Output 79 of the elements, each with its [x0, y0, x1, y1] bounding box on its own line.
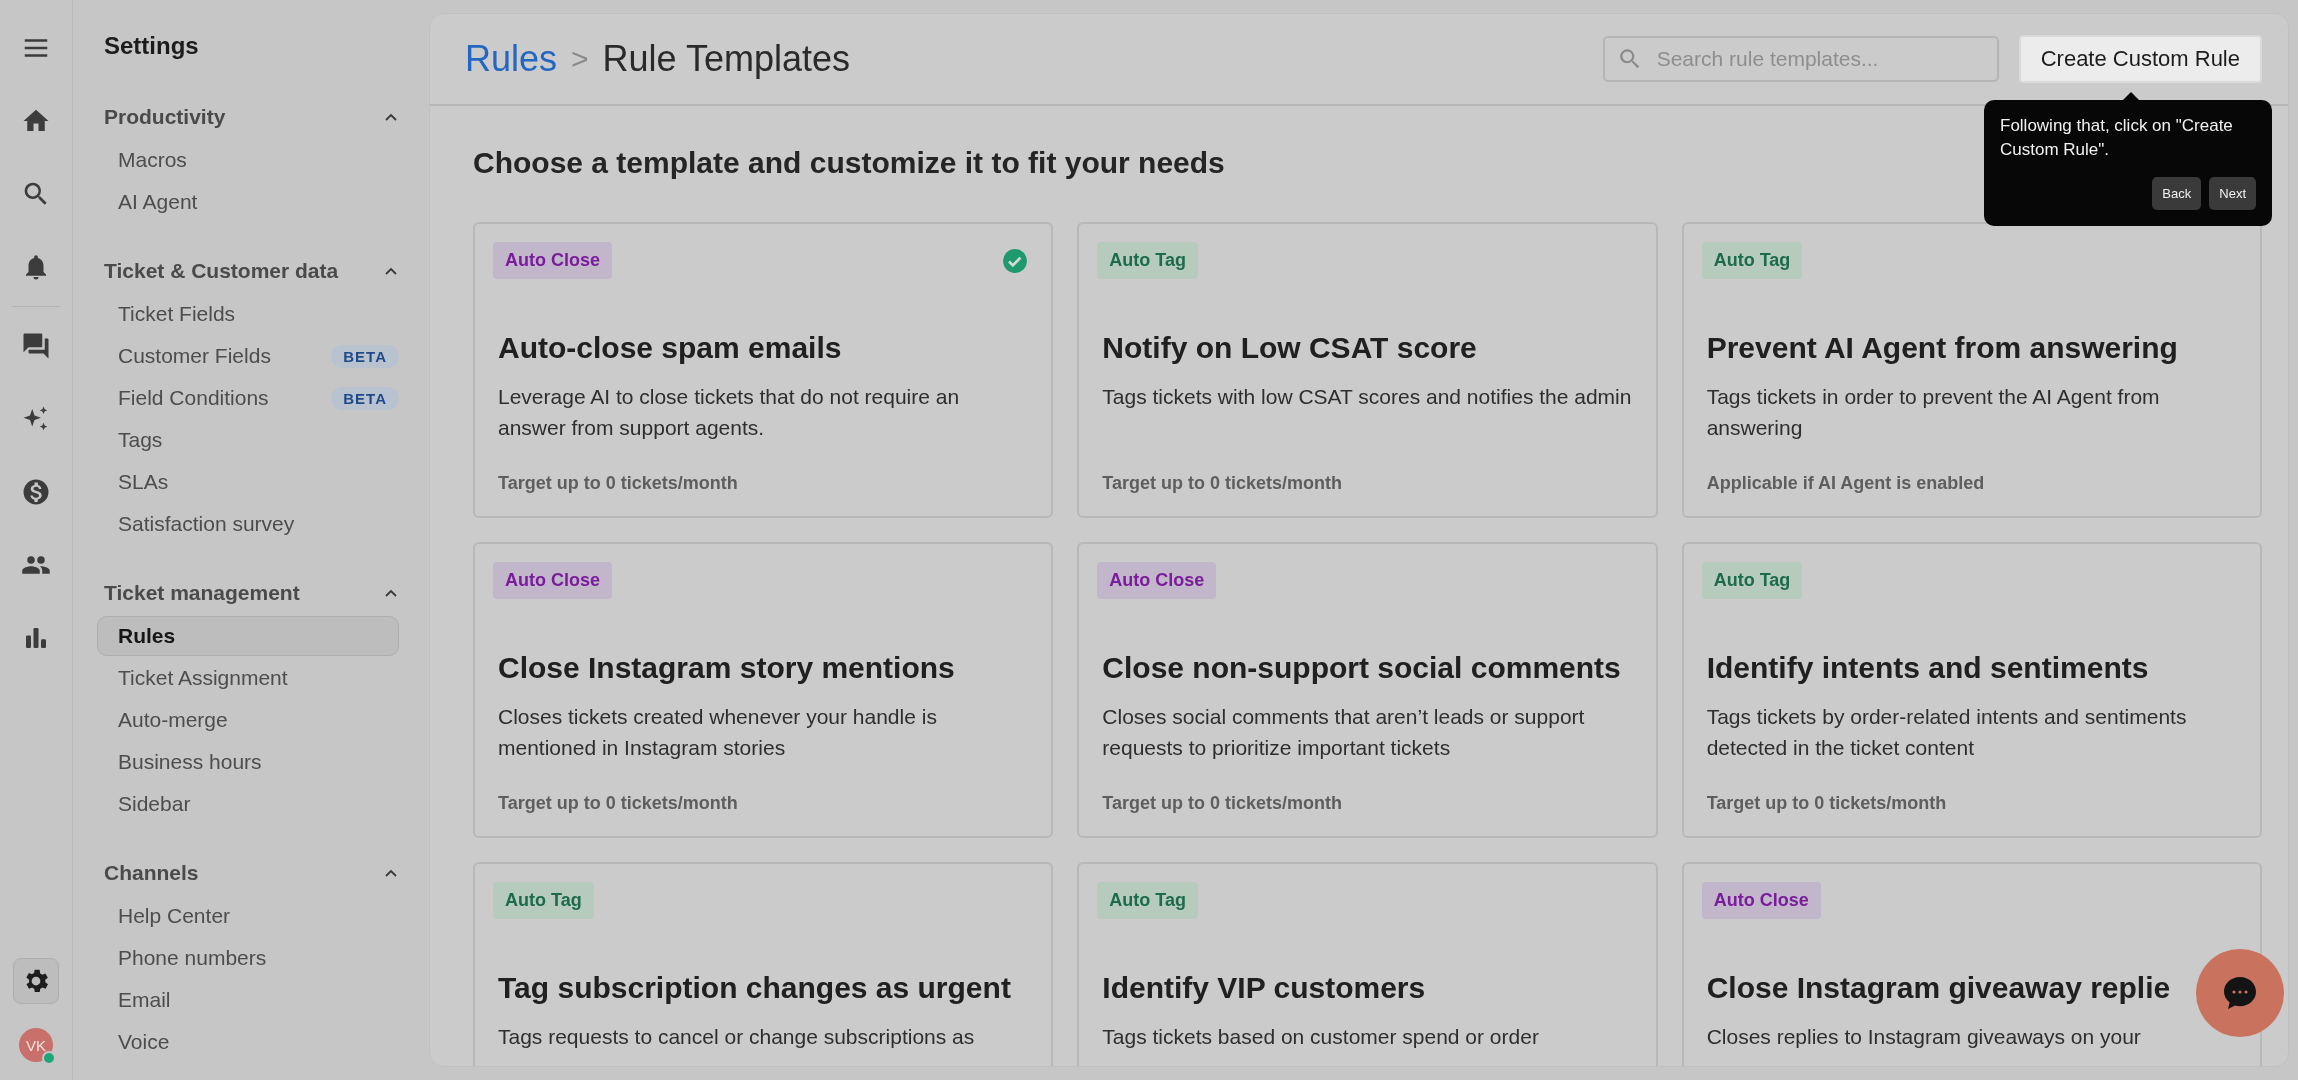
card-footnote: Applicable if AI Agent is enabled	[1706, 473, 1986, 494]
sidebar-item[interactable]: Auto-merge	[97, 700, 249, 740]
category-tag: Auto Tag	[1701, 562, 1803, 599]
chevron-icon[interactable]	[385, 869, 397, 877]
card-description: Closes replies to Instagram giveaways on your	[1706, 1024, 2142, 1050]
template-card[interactable]: Auto Tag Notify on Low CSAT score Tags tickets with low CSAT scores and notifies the admin Target up to 0 tickets/month	[1077, 222, 1658, 518]
chevron-icon[interactable]	[385, 589, 397, 597]
category-tag: Auto Close	[493, 562, 612, 599]
sidebar-item[interactable]: Macros	[97, 140, 208, 180]
card-description: Leverage AI to close tickets that do not require an answer from support agents.	[498, 384, 961, 441]
tooltip-text: Following that, click on "Create Custom Rule".	[2000, 115, 2234, 161]
card-description: Tags tickets by order-related intents and sentiments detected in the ticket content	[1706, 704, 2188, 761]
section-title: Channels	[104, 861, 199, 885]
beta-badge: BETA	[331, 386, 399, 410]
sidebar-item[interactable]: Phone numbers	[97, 938, 288, 978]
sidebar-item[interactable]: Ticket Assignment	[97, 658, 309, 698]
sidebar-item[interactable]: AI Agent	[97, 182, 219, 222]
card-title: Identify VIP customers	[1102, 971, 1427, 1005]
sidebar-item[interactable]: Help Center	[97, 896, 252, 936]
card-footnote: Target up to 0 tickets/month	[498, 793, 739, 814]
sidebar-item[interactable]: Field Conditions	[97, 378, 290, 418]
card-description: Tags requests to cancel or change subscriptions as	[498, 1024, 976, 1050]
category-tag: Auto Tag	[1701, 242, 1803, 279]
breadcrumb-separator: >	[571, 42, 589, 76]
card-footnote: Target up to 0 tickets/month	[498, 473, 739, 494]
section-title: Productivity	[104, 105, 226, 129]
template-card[interactable]: Auto Tag Identify VIP customers Tags tickets based on customer spend or order	[1077, 862, 1658, 1066]
card-title: Close Instagram giveaway replie	[1706, 971, 2172, 1005]
breadcrumb-link[interactable]: Rules	[465, 38, 558, 80]
card-title: Auto-close spam emails	[498, 331, 843, 365]
section-title: Ticket & Customer data	[104, 259, 339, 283]
category-tag: Auto Close	[493, 242, 612, 279]
card-title: Identify intents and sentiments	[1706, 651, 2150, 685]
category-tag: Auto Close	[1701, 882, 1821, 919]
sidebar-item[interactable]: Business hours	[97, 742, 283, 782]
template-card[interactable]: Auto Close Close Instagram story mentions Closes tickets created whenever your handle is mentioned in Instagram stories Target up to 0 tickets/month	[473, 542, 1054, 838]
sidebar-item[interactable]: Customer Fields	[97, 336, 292, 376]
sidebar-title: Settings	[104, 32, 200, 60]
card-description: Tags tickets with low CSAT scores and notifies the admin	[1102, 384, 1633, 410]
template-card[interactable]: Auto Close Auto-close spam emails Leverage AI to close tickets that do not require an answer from support agents. Target up to 0 tickets/month	[473, 222, 1054, 518]
card-title: Prevent AI Agent from answering	[1706, 331, 2179, 365]
sidebar-item[interactable]: Rules	[97, 616, 399, 656]
category-tag: Auto Tag	[1097, 882, 1198, 919]
page-heading: Choose a template and customize it to fit your needs	[473, 146, 1225, 180]
template-card[interactable]: Auto Tag Tag subscription changes as urgent Tags requests to cancel or change subscriptions as	[473, 862, 1054, 1066]
sidebar-item[interactable]: Sidebar	[97, 784, 212, 824]
section-title: Ticket management	[104, 581, 300, 605]
sidebar-item[interactable]: Ticket Fields	[97, 294, 257, 334]
card-description: Tags tickets in order to prevent the AI Agent from answering	[1706, 384, 2161, 441]
category-tag: Auto Close	[1097, 562, 1217, 599]
card-description: Tags tickets based on customer spend or order	[1102, 1024, 1540, 1050]
category-tag: Auto Tag	[493, 882, 594, 919]
card-title: Notify on Low CSAT score	[1102, 331, 1478, 365]
settings-icon[interactable]	[13, 958, 59, 1004]
card-footnote: Target up to 0 tickets/month	[1102, 793, 1343, 814]
card-footnote: Target up to 0 tickets/month	[1102, 473, 1343, 494]
template-card[interactable]: Auto Tag Identify intents and sentiments Tags tickets by order-related intents and sentiments detected in the ticket content Target up to 0 tickets/month	[1681, 542, 2262, 838]
chevron-icon[interactable]	[385, 267, 397, 275]
create-custom-rule-button[interactable]: Create Custom Rule	[2018, 35, 2262, 83]
card-description: Closes social comments that aren’t leads or support requests to prioritize important tickets	[1102, 704, 1586, 761]
sidebar-item[interactable]: SLAs	[97, 462, 190, 502]
card-description: Closes tickets created whenever your handle is mentioned in Instagram stories	[498, 704, 938, 761]
chevron-icon[interactable]	[385, 113, 397, 121]
card-footnote: Target up to 0 tickets/month	[1706, 793, 1948, 814]
search-field[interactable]: Search rule templates...	[1602, 36, 1999, 82]
card-title: Close Instagram story mentions	[498, 651, 956, 685]
template-card[interactable]: Auto Close Close non-support social comments Closes social comments that aren’t leads or support requests to prioritize important tickets Target up to 0 tickets/month	[1077, 542, 1658, 838]
tour-button[interactable]: Next	[2209, 177, 2256, 210]
page-title: Rule Templates	[602, 38, 851, 80]
category-tag: Auto Tag	[1097, 242, 1198, 279]
tour-button[interactable]: Back	[2152, 177, 2202, 210]
sidebar-item[interactable]: Voice	[97, 1022, 191, 1062]
sidebar-item[interactable]: Email	[97, 980, 192, 1020]
beta-badge: BETA	[331, 344, 399, 368]
card-title: Tag subscription changes as urgent	[498, 971, 1012, 1005]
sidebar-item[interactable]: Tags	[97, 420, 184, 460]
sidebar-item[interactable]: Satisfaction survey	[97, 504, 316, 544]
card-title: Close non-support social comments	[1102, 651, 1622, 685]
user-avatar[interactable]: VK	[19, 1028, 53, 1062]
